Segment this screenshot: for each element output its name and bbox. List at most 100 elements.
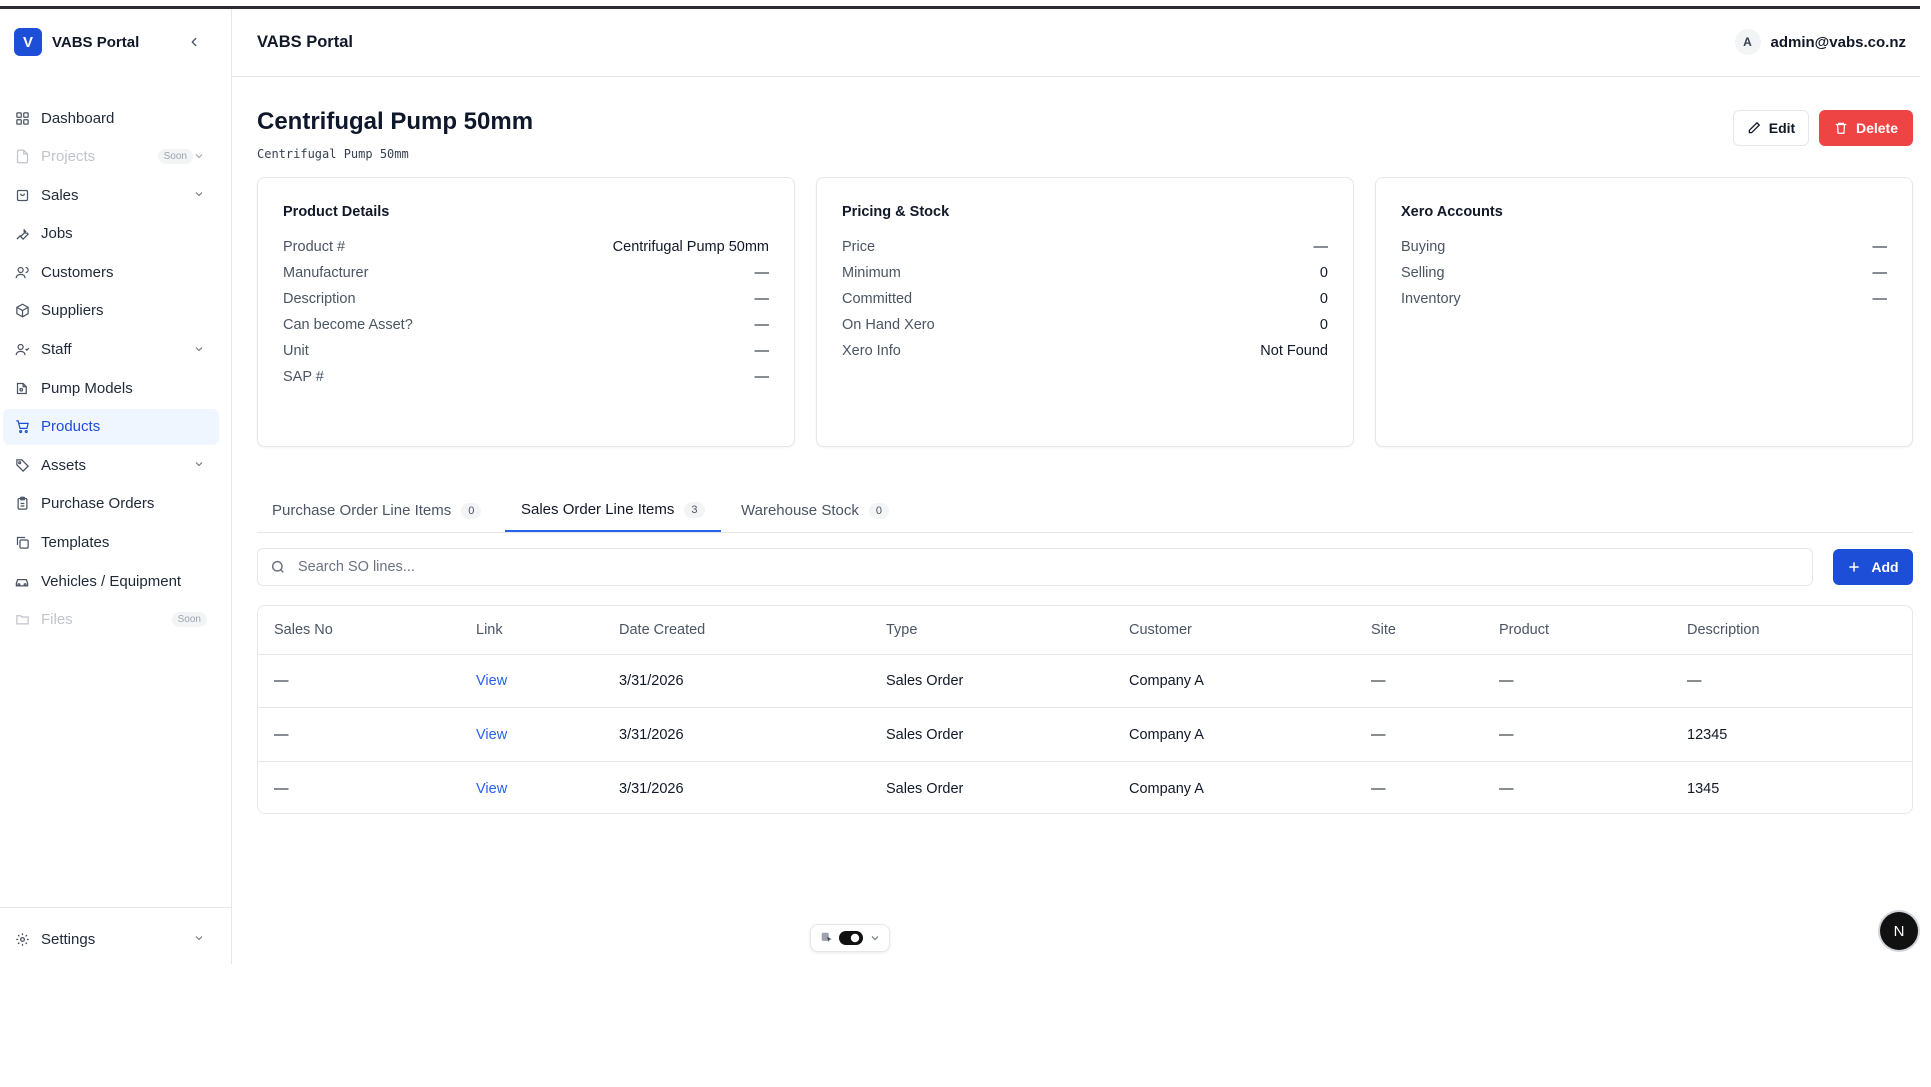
cell-product: — <box>1499 780 1514 797</box>
soon-badge: Soon <box>171 611 207 627</box>
tab-warehouse-stock[interactable]: Warehouse Stock 0 <box>741 489 889 532</box>
column-header-link[interactable]: Link <box>476 606 503 654</box>
column-header-description[interactable]: Description <box>1687 606 1760 654</box>
detail-value: — <box>1872 239 1888 255</box>
detail-row: Unit — <box>283 343 769 363</box>
tab-label: Purchase Order Line Items <box>272 502 452 519</box>
collapse-sidebar-button[interactable] <box>184 32 204 52</box>
column-header-product[interactable]: Product <box>1499 606 1549 654</box>
delete-button[interactable]: Delete <box>1819 110 1913 146</box>
detail-key: SAP # <box>283 369 324 385</box>
column-header-site[interactable]: Site <box>1371 606 1396 654</box>
sidebar-item-sales[interactable]: Sales <box>3 177 219 213</box>
column-header-date-created[interactable]: Date Created <box>619 606 705 654</box>
table-row[interactable]: — View 3/31/2026 Sales Order Company A —… <box>258 654 1912 708</box>
column-header-type[interactable]: Type <box>886 606 917 654</box>
tab-bar: Purchase Order Line Items 0 Sales Order … <box>257 489 1913 533</box>
table-row[interactable]: — View 3/31/2026 Sales Order Company A —… <box>258 762 1912 813</box>
search-icon <box>271 560 284 573</box>
view-link[interactable]: View <box>476 762 507 813</box>
next-dev-badge[interactable]: N <box>1880 912 1918 950</box>
tag-icon <box>13 456 31 474</box>
tab-purchase-order-line-items[interactable]: Purchase Order Line Items 0 <box>272 489 482 532</box>
detail-key: Can become Asset? <box>283 317 413 333</box>
soon-badge: Soon <box>157 148 193 164</box>
tab-sales-order-line-items[interactable]: Sales Order Line Items 3 <box>505 489 721 532</box>
sidebar-item-projects[interactable]: Projects Soon <box>3 139 219 175</box>
pump-icon <box>13 379 31 397</box>
sidebar: V VABS Portal Dashboard Projects Soon Sa… <box>0 9 232 964</box>
cell-description: 1345 <box>1687 780 1720 797</box>
column-header-customer[interactable]: Customer <box>1129 606 1192 654</box>
sidebar-item-label: Purchase Orders <box>41 495 155 513</box>
detail-value: — <box>1872 265 1888 281</box>
view-link[interactable]: View <box>476 708 507 761</box>
sidebar-item-label: Sales <box>41 186 79 204</box>
detail-key: Description <box>283 291 356 307</box>
detail-value: Not Found <box>1260 343 1328 359</box>
sidebar-item-vehicles-equipment[interactable]: Vehicles / Equipment <box>3 563 219 599</box>
detail-key: Price <box>842 239 876 255</box>
staff-icon <box>13 341 31 359</box>
sidebar-item-dashboard[interactable]: Dashboard <box>3 100 219 136</box>
sidebar-item-settings[interactable]: Settings <box>3 921 219 957</box>
detail-row: Selling — <box>1401 265 1887 285</box>
chevron-left-icon <box>191 37 197 47</box>
app: V VABS Portal Dashboard Projects Soon Sa… <box>0 9 1920 964</box>
plus-icon <box>1849 562 1860 572</box>
sidebar-item-products[interactable]: Products <box>3 408 219 445</box>
sidebar-item-pump-models[interactable]: Pump Models <box>3 370 219 406</box>
add-button[interactable]: Add <box>1833 549 1913 585</box>
cell-product: — <box>1499 672 1514 689</box>
clipboard-icon <box>13 495 31 513</box>
table-row[interactable]: — View 3/31/2026 Sales Order Company A —… <box>258 708 1912 762</box>
user-menu[interactable]: A admin@vabs.co.nz <box>1734 29 1906 55</box>
pencil-icon <box>1748 121 1760 134</box>
search-input[interactable] <box>296 558 1780 576</box>
xero-accounts-card: Xero Accounts Buying — Selling — Inventory… <box>1375 177 1913 447</box>
detail-value: — <box>754 291 770 307</box>
sidebar-item-customers[interactable]: Customers <box>3 254 219 290</box>
cart-icon <box>13 418 31 436</box>
detail-value: 0 <box>1319 317 1328 333</box>
edit-button[interactable]: Edit <box>1733 110 1809 146</box>
brand[interactable]: V VABS Portal <box>14 28 139 56</box>
cell-customer: Company A <box>1129 780 1204 797</box>
detail-key: Manufacturer <box>283 265 369 281</box>
package-icon <box>13 302 31 320</box>
tab-label: Sales Order Line Items <box>521 501 675 518</box>
column-header-sales-no[interactable]: Sales No <box>274 606 333 654</box>
sidebar-item-suppliers[interactable]: Suppliers <box>3 293 219 329</box>
users-icon <box>13 263 31 281</box>
detail-row: SAP # — <box>283 369 769 389</box>
sidebar-item-purchase-orders[interactable]: Purchase Orders <box>3 486 219 522</box>
sidebar-item-label: Files <box>41 611 73 629</box>
sidebar-item-jobs[interactable]: Jobs <box>3 216 219 252</box>
top-header: VABS Portal A admin@vabs.co.nz <box>231 9 1920 77</box>
sidebar-item-assets[interactable]: Assets <box>3 447 219 483</box>
detail-value: 0 <box>1319 265 1328 281</box>
sidebar-item-templates[interactable]: Templates <box>3 525 219 561</box>
shopping-bag-icon <box>13 186 31 204</box>
sidebar-item-label: Jobs <box>41 225 73 243</box>
sidebar-item-files[interactable]: Files Soon <box>3 602 219 638</box>
detail-value: 0 <box>1319 291 1328 307</box>
cell-type: Sales Order <box>886 672 964 689</box>
cell-site: — <box>1371 780 1386 797</box>
avatar: A <box>1734 29 1761 55</box>
detail-key: Committed <box>842 291 913 307</box>
sidebar-item-staff[interactable]: Staff <box>3 332 219 368</box>
dashboard-icon <box>13 109 31 127</box>
detail-value: — <box>754 343 770 359</box>
devtools-toggle[interactable] <box>810 924 890 952</box>
cell-customer: Company A <box>1129 726 1204 743</box>
brand-name: VABS Portal <box>52 33 140 51</box>
detail-row: Manufacturer — <box>283 265 769 285</box>
sidebar-item-label: Templates <box>41 534 110 552</box>
view-link[interactable]: View <box>476 654 507 707</box>
copy-icon <box>13 534 31 552</box>
detail-row: Committed 0 <box>842 291 1328 311</box>
header-title: VABS Portal <box>257 33 353 51</box>
detail-row: Price — <box>842 239 1328 259</box>
search-box <box>257 548 1813 586</box>
